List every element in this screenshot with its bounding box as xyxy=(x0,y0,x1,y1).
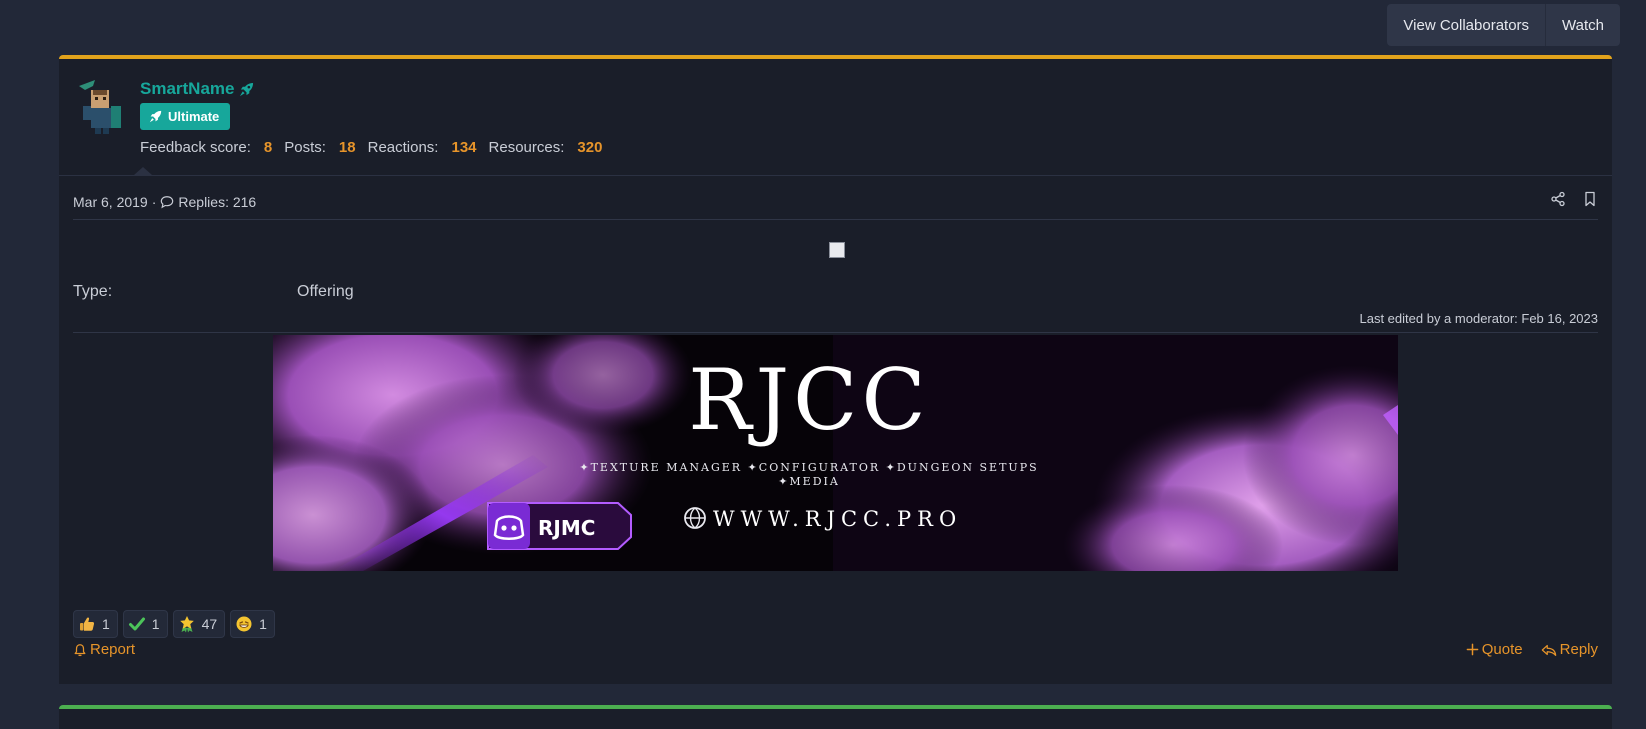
comment-icon xyxy=(161,196,174,209)
stat-value: 134 xyxy=(451,139,477,156)
stat-value: 320 xyxy=(577,139,603,156)
report-label: Report xyxy=(90,641,136,658)
grin-face-icon xyxy=(235,615,253,633)
watch-button[interactable]: Watch xyxy=(1545,4,1620,46)
user-stats: Feedback score: 8 Posts: 18 Reactions: 1… xyxy=(140,139,614,156)
post: SmartName Ultimate Feedback score: 8 Pos… xyxy=(59,55,1612,684)
post-date[interactable]: Mar 6, 2019 xyxy=(73,194,148,210)
field-label-type: Type: xyxy=(73,283,113,300)
divider xyxy=(73,332,1598,333)
username-link[interactable]: SmartName xyxy=(140,79,254,99)
view-collaborators-button[interactable]: View Collaborators xyxy=(1387,4,1545,46)
reaction-count: 1 xyxy=(151,616,160,632)
banner-title: RJCC xyxy=(688,351,929,449)
stat-value: 18 xyxy=(338,139,356,156)
reply-arrow-icon xyxy=(1541,644,1556,656)
reaction-grin-face[interactable]: 1 xyxy=(230,610,275,638)
quote-button[interactable]: Quote xyxy=(1466,641,1523,658)
badge-label: Ultimate xyxy=(168,109,220,124)
stat-label: Reactions: xyxy=(367,139,439,156)
reaction-star-award[interactable]: 47 xyxy=(172,610,226,638)
reaction-count: 1 xyxy=(259,616,267,632)
username: SmartName xyxy=(140,79,235,98)
last-edited-note: Last edited by a moderator: Feb 16, 2023 xyxy=(1359,311,1599,326)
stat-label: Feedback score: xyxy=(140,139,251,156)
reaction-checkmark[interactable]: 1 xyxy=(122,610,168,638)
rocket-icon xyxy=(149,110,162,123)
bookmark-icon[interactable] xyxy=(1582,191,1598,207)
banner-website: WWW.RJCC.PRO xyxy=(713,507,962,531)
user-caret xyxy=(134,167,152,175)
report-link[interactable]: Report xyxy=(73,641,135,658)
thread-actions: View Collaborators Watch xyxy=(1387,4,1620,46)
post-meta: Mar 6, 2019 · Replies: 216 xyxy=(73,194,256,210)
rjcc-banner-image[interactable]: RJCC ✦TEXTURE MANAGER ✦CONFIGURATOR ✦DUN… xyxy=(273,335,1398,571)
post-actions: Quote Reply xyxy=(1466,641,1598,658)
checkmark-icon xyxy=(128,615,146,633)
discord-logo-badge: RJMC xyxy=(487,502,632,550)
star-award-icon xyxy=(178,615,196,633)
broken-image-icon xyxy=(829,242,845,258)
banner-subtitle: ✦TEXTURE MANAGER ✦CONFIGURATOR ✦DUNGEON … xyxy=(579,461,1038,474)
divider xyxy=(73,219,1598,220)
discord-label: RJMC xyxy=(538,516,595,540)
rocket-icon xyxy=(239,82,253,96)
reaction-count: 1 xyxy=(102,616,110,632)
share-icon[interactable] xyxy=(1550,191,1566,207)
stat-label: Resources: xyxy=(488,139,565,156)
banner-subtitle: ✦MEDIA xyxy=(778,475,840,488)
replies-count: Replies: 216 xyxy=(178,194,257,210)
thumbs-up-icon xyxy=(78,615,96,633)
stat-value: 8 xyxy=(263,139,273,156)
post-tools xyxy=(1550,191,1598,207)
reactions-bar: 1 1 47 1 xyxy=(73,610,275,638)
next-post xyxy=(59,705,1612,729)
meta-separator: · xyxy=(151,194,157,210)
bell-icon xyxy=(74,643,86,656)
reaction-count: 47 xyxy=(201,616,218,632)
quote-label: Quote xyxy=(1481,641,1523,658)
reply-button[interactable]: Reply xyxy=(1541,641,1598,658)
plus-icon xyxy=(1466,643,1479,656)
reply-label: Reply xyxy=(1559,641,1598,658)
avatar[interactable] xyxy=(73,76,131,134)
user-header: SmartName Ultimate Feedback score: 8 Pos… xyxy=(59,59,1612,176)
reaction-thumbs-up[interactable]: 1 xyxy=(73,610,118,638)
field-value-type: Offering xyxy=(297,283,354,300)
stat-label: Posts: xyxy=(284,139,326,156)
user-badge: Ultimate xyxy=(140,103,231,130)
